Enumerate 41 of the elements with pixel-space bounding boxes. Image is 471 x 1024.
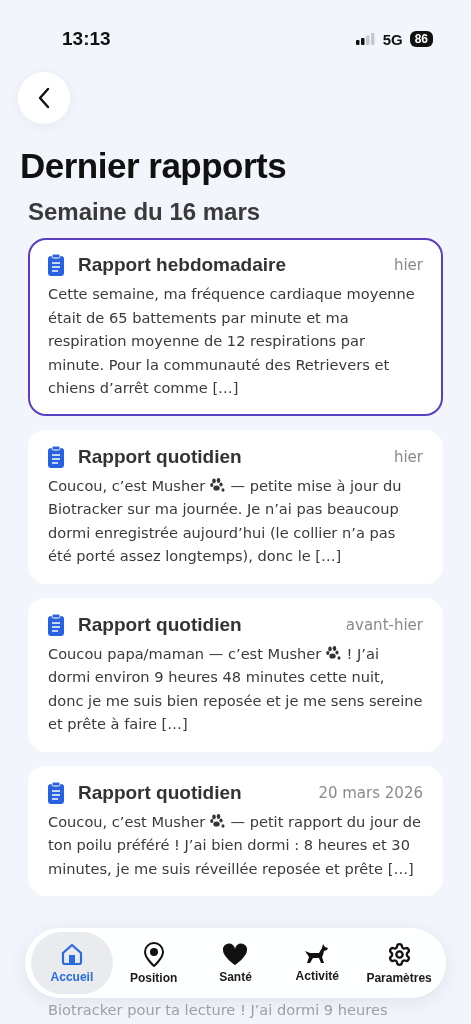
paw-icon	[209, 813, 226, 829]
paw-icon	[209, 477, 226, 493]
back-button[interactable]	[18, 72, 70, 124]
report-date: hier	[393, 256, 423, 274]
clipboard-icon	[48, 781, 64, 804]
dog-icon	[304, 943, 331, 965]
report-card[interactable]: Rapport quotidien 20 mars 2026 Coucou, c’est Musher — petit rapport du jour de ton poilu préféré ! J’ai bien dormi : 8 heures et 30 minutes, je me suis réveillée reposée et prête […]	[28, 765, 443, 896]
report-card[interactable]	[28, 238, 443, 416]
page-title: Dernier rapports	[20, 146, 288, 186]
tab-item[interactable]: Santé	[194, 932, 277, 994]
tab-item[interactable]: Position	[112, 932, 195, 994]
clipboard-icon	[48, 445, 64, 468]
report-excerpt: Coucou, c’est Musher — petit rapport du jour de ton poilu préféré ! J’ai bien dormi : 8 heures et 30 minutes, je me suis réveillée reposée et prête […]	[48, 811, 423, 879]
settings-icon	[386, 941, 412, 967]
report-date: 20 mars 2026	[318, 783, 423, 802]
heart-icon	[222, 942, 249, 966]
report-date: hier	[393, 447, 423, 466]
report-title: Rapport quotidien	[78, 613, 243, 636]
back-icon	[38, 87, 50, 109]
section-heading: Semaine du 16 mars	[28, 198, 262, 226]
clipboard-icon	[48, 254, 64, 276]
report-title: Rapport quotidien	[78, 781, 243, 804]
paw-icon	[325, 645, 342, 661]
report-date: avant-hier	[345, 615, 423, 634]
report-excerpt: Biotracker pour ta lecture ! J’ai dormi 9 heures	[47, 1000, 389, 1020]
home-icon	[59, 942, 84, 966]
tab-item[interactable]: Activité	[276, 932, 359, 994]
clipboard-icon	[48, 613, 64, 636]
battery-level: 86	[409, 31, 433, 47]
report-excerpt: Cette semaine, ma fréquence cardiaque moyenne était de 65 battements par minute et ma respiration moyenne de 12 respirations par minute. Pour la communauté des Retrievers et chiens d’arrêt comme […]	[48, 284, 416, 398]
tab-item[interactable]: Accueil	[31, 932, 113, 994]
status-time: 13:13	[62, 28, 111, 50]
report-card[interactable]: Rapport quotidien avant-hier Coucou papa/maman — c’est Musher ! J’ai dormi environ 9 heures 48 minutes cette nuit, donc je me suis bien reposée et je me sens sereine et prête à faire […]	[28, 597, 443, 752]
signal-icon	[355, 33, 376, 45]
network-label: 5G	[382, 30, 403, 48]
location-pin-icon	[142, 941, 165, 967]
report-title: Rapport hebdomadaire	[78, 254, 287, 276]
report-excerpt: Coucou, c’est Musher — petite mise à jour du Biotracker sur ma journée. Je n’ai pas beaucoup dormi enregistrée aujourd’hui (le collier n’a pas été porté assez longtemps), donc le […]	[48, 475, 403, 566]
report-title: Rapport quotidien	[78, 445, 243, 468]
tab-item[interactable]: Paramètres	[358, 932, 440, 994]
report-excerpt: Coucou papa/maman — c’est Musher ! J’ai dormi environ 9 heures 48 minutes cette nuit, donc je me suis bien reposée et je me sens sereine et prête à faire […]	[48, 643, 423, 734]
